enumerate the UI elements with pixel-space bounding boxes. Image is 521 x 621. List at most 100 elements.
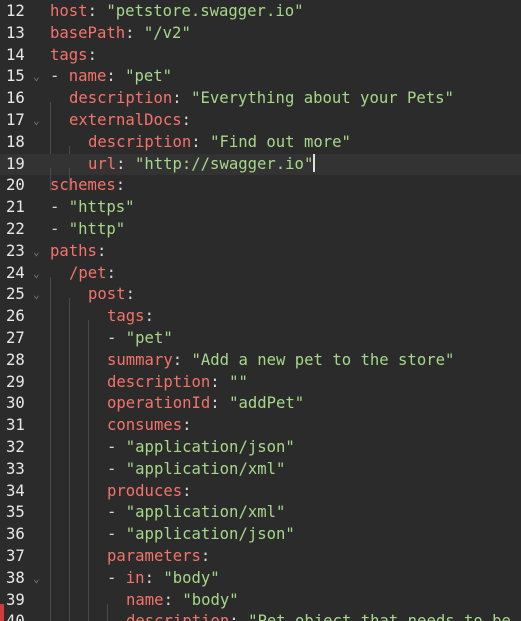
code-line[interactable]: 32 - "application/json": [0, 437, 521, 474]
yaml-key: paths: [50, 241, 97, 260]
code-line[interactable]: 18 description: "Find out more": [0, 132, 521, 169]
line-content: externalDocs:: [50, 110, 191, 147]
code-line[interactable]: 23 ⌄ paths:: [0, 241, 521, 263]
line-number: 28: [6, 350, 25, 369]
line-content: description: "": [50, 372, 248, 409]
yaml-key: parameters: [107, 547, 201, 565]
yaml-punctuation: :: [125, 285, 135, 304]
code-line[interactable]: 30 operationId: "addPet": [0, 393, 521, 431]
line-number: 27: [6, 329, 25, 347]
line-content: consumes:: [50, 415, 192, 453]
line-number: 37: [6, 547, 25, 565]
yaml-punctuation: :: [172, 350, 192, 369]
code-line[interactable]: 37 parameters:: [0, 546, 521, 583]
yaml-punctuation: :: [210, 394, 230, 413]
code-line[interactable]: 39 name: "body": [0, 590, 521, 621]
code-line[interactable]: 12 host: "petstore.swagger.io": [0, 1, 521, 23]
yaml-string: "Find out more": [210, 132, 351, 151]
code-line[interactable]: 29 description: "": [0, 372, 521, 409]
yaml-key: post: [88, 285, 126, 304]
code-line[interactable]: 25 ⌄ post:: [0, 284, 521, 322]
line-number: 23: [6, 241, 25, 260]
yaml-string: "application/xml": [125, 459, 286, 478]
line-number: 13: [6, 23, 25, 42]
line-number: 26: [6, 307, 25, 326]
yaml-punctuation: :: [115, 176, 126, 195]
yaml-punctuation: -: [50, 198, 69, 217]
code-line[interactable]: 16 description: "Everything about your Pe…: [0, 88, 521, 126]
yaml-punctuation: :: [106, 263, 116, 282]
line-number: 14: [6, 45, 25, 64]
yaml-punctuation: :: [87, 45, 97, 64]
line-content: description: "Everything about your Pets…: [50, 88, 454, 126]
yaml-string: "": [229, 372, 248, 391]
yaml-string: "http://swagger.io": [134, 154, 314, 173]
code-line[interactable]: 31 consumes:: [0, 415, 521, 453]
code-line[interactable]: 21 - "https": [0, 197, 521, 219]
code-line[interactable]: 22 - "http": [0, 219, 521, 241]
code-line[interactable]: 14 tags:: [0, 45, 521, 67]
code-line[interactable]: 15 ⌄ - name: "pet": [0, 66, 521, 88]
code-line[interactable]: 34 produces:: [0, 481, 521, 518]
code-line[interactable]: 24 ⌄ /pet:: [0, 263, 521, 300]
code-line[interactable]: 13 basePath: "/v2": [0, 23, 521, 45]
code-line[interactable]: 36 - "application/json": [0, 524, 521, 562]
line-number: 31: [6, 416, 25, 435]
fold-toggle-icon[interactable]: ⌄: [33, 284, 40, 306]
yaml-key: basePath: [50, 23, 126, 42]
line-content: host: "petstore.swagger.io": [50, 1, 304, 23]
yaml-string: "http": [68, 220, 126, 238]
line-content: produces:: [50, 481, 192, 518]
yaml-string: "addPet": [229, 394, 305, 413]
line-content: url: "http://swagger.io": [50, 153, 315, 191]
yaml-punctuation: :: [116, 154, 135, 173]
yaml-punctuation: :: [125, 23, 144, 42]
line-number: 30: [6, 394, 25, 413]
fold-toggle-icon[interactable]: ⌄: [33, 568, 40, 590]
code-line[interactable]: 26 tags:: [0, 306, 521, 344]
fold-toggle-icon[interactable]: ⌄: [33, 66, 40, 88]
yaml-string: "Add a new pet to the store": [191, 350, 455, 369]
line-number: 24: [6, 263, 25, 282]
code-line[interactable]: 35 - "application/xml": [0, 502, 521, 540]
line-number: 29: [6, 372, 25, 391]
line-number: 21: [6, 198, 25, 217]
yaml-punctuation: :: [210, 372, 230, 391]
yaml-punctuation: -: [107, 568, 126, 587]
code-line[interactable]: 40 description: "Pet object that needs to…: [0, 611, 521, 621]
yaml-key: operationId: [107, 394, 211, 413]
line-content: basePath: "/v2": [50, 23, 191, 45]
fold-toggle-icon[interactable]: ⌄: [33, 241, 40, 263]
line-number: 15: [6, 67, 25, 86]
line-number: 20: [6, 176, 25, 195]
yaml-key: host: [50, 2, 88, 20]
code-line[interactable]: 33 - "application/xml": [0, 459, 521, 496]
fold-toggle-icon[interactable]: ⌄: [33, 263, 40, 285]
line-content: parameters:: [50, 546, 210, 583]
line-content: post:: [50, 284, 135, 322]
code-line[interactable]: 38 ⌄ - in: "body": [0, 568, 521, 605]
yaml-punctuation: :: [229, 612, 248, 621]
yaml-key: description: [126, 612, 229, 621]
line-number: 35: [6, 503, 25, 522]
code-line[interactable]: 20 schemes:: [0, 175, 521, 197]
code-line[interactable]: 19 url: "http://swagger.io": [0, 153, 521, 191]
code-line[interactable]: 28 summary: "Add a new pet to the store": [0, 350, 521, 387]
code-line[interactable]: 27 - "pet": [0, 328, 521, 365]
line-content: name: "body": [50, 590, 239, 621]
yaml-string: "petstore.swagger.io": [106, 2, 304, 20]
yaml-key: tags: [107, 307, 145, 326]
line-content: summary: "Add a new pet to the store": [50, 350, 455, 387]
fold-toggle-icon[interactable]: ⌄: [33, 110, 40, 132]
line-content: - "pet": [50, 328, 173, 365]
code-editor[interactable]: 12 host: "petstore.swagger.io" 13 basePath:…: [0, 0, 521, 621]
code-line[interactable]: 17 ⌄ externalDocs:: [0, 110, 521, 147]
line-content: - "http": [50, 219, 125, 241]
yaml-punctuation: :: [144, 568, 164, 587]
yaml-punctuation: :: [163, 590, 183, 609]
yaml-key: /pet: [69, 263, 107, 282]
yaml-punctuation: :: [106, 67, 126, 86]
yaml-key: description: [88, 132, 192, 151]
yaml-punctuation: -: [107, 503, 126, 522]
line-content: paths:: [50, 241, 106, 263]
